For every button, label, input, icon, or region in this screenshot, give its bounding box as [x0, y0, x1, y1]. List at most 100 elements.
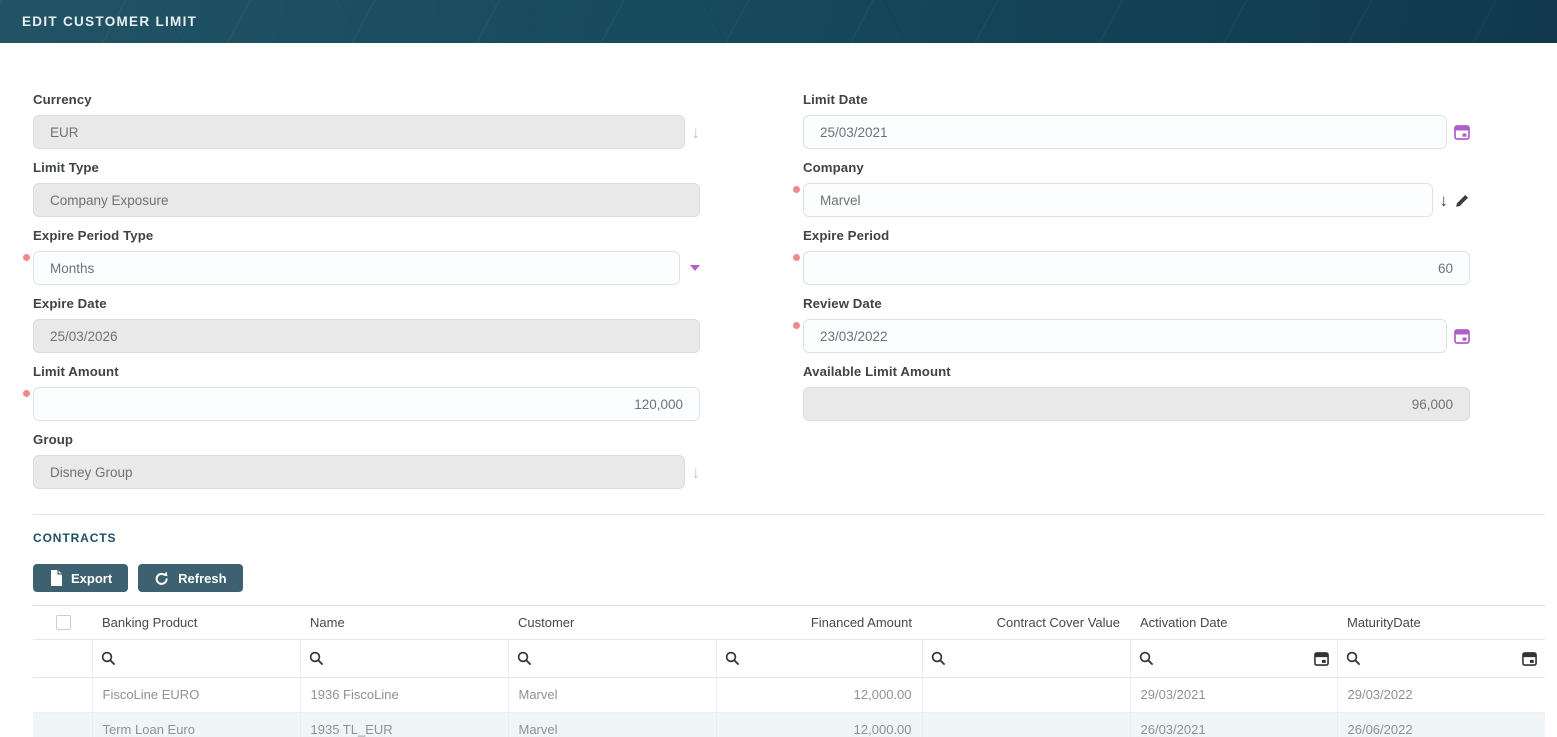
cell-banking-product: Term Loan Euro	[92, 712, 300, 737]
cell-activation-date: 29/03/2021	[1130, 677, 1337, 712]
currency-input	[33, 115, 685, 149]
cell-name: 1936 FiscoLine	[300, 677, 508, 712]
maturity-date-filter-calendar-icon[interactable]	[1522, 651, 1537, 666]
company-edit-pencil-icon[interactable]	[1455, 193, 1470, 208]
column-header-contract-cover-value[interactable]: Contract Cover Value	[922, 606, 1130, 639]
review-date-input[interactable]	[803, 319, 1447, 353]
limit-amount-input[interactable]	[33, 387, 700, 421]
company-dropdown-arrow-icon[interactable]: ↓	[1440, 192, 1449, 209]
filter-banking-product-input[interactable]	[121, 651, 292, 666]
expire-period-input[interactable]	[803, 251, 1470, 285]
cell-maturity-date: 26/06/2022	[1337, 712, 1545, 737]
search-icon	[931, 651, 945, 665]
filter-financed-amount-input[interactable]	[745, 651, 914, 666]
expire-period-type-field: Expire Period Type	[33, 228, 700, 285]
refresh-button[interactable]: Refresh	[138, 564, 242, 592]
search-icon	[101, 651, 115, 665]
available-limit-amount-field: Available Limit Amount	[803, 364, 1470, 421]
required-indicator	[793, 186, 800, 193]
filter-maturity-date-input[interactable]	[1366, 651, 1517, 666]
expire-period-type-caret-icon[interactable]	[690, 265, 700, 271]
currency-label: Currency	[33, 92, 700, 107]
expire-period-type-label: Expire Period Type	[33, 228, 700, 243]
app-header: EDIT CUSTOMER LIMIT	[0, 0, 1557, 43]
limit-amount-label: Limit Amount	[33, 364, 700, 379]
currency-field: Currency ↓	[33, 92, 700, 149]
expire-date-label: Expire Date	[33, 296, 700, 311]
cell-financed-amount: 12,000.00	[716, 677, 922, 712]
group-dropdown-arrow-icon: ↓	[692, 464, 701, 481]
column-header-name[interactable]: Name	[300, 606, 508, 639]
export-button-label: Export	[71, 571, 112, 586]
required-indicator	[23, 390, 30, 397]
refresh-icon	[154, 571, 169, 586]
company-label: Company	[803, 160, 1470, 175]
main-content: Currency ↓ Limit Date Limit Type	[0, 43, 1557, 737]
review-date-field: Review Date	[803, 296, 1470, 353]
table-row[interactable]: Term Loan Euro 1935 TL_EUR Marvel 12,000…	[33, 712, 1545, 737]
limit-date-label: Limit Date	[803, 92, 1470, 107]
row-select-cell	[33, 712, 92, 737]
limit-date-field: Limit Date	[803, 92, 1470, 149]
company-field: Company ↓	[803, 160, 1470, 217]
activation-date-filter-calendar-icon[interactable]	[1314, 651, 1329, 666]
limit-date-calendar-icon[interactable]	[1454, 124, 1470, 140]
cell-banking-product: FiscoLine EURO	[92, 677, 300, 712]
review-date-label: Review Date	[803, 296, 1470, 311]
table-header-row: Banking Product Name Customer Financed A…	[33, 606, 1545, 639]
review-date-calendar-icon[interactable]	[1454, 328, 1470, 344]
contracts-table: Banking Product Name Customer Financed A…	[33, 605, 1545, 737]
filter-activation-date-input[interactable]	[1159, 651, 1308, 666]
filter-customer-input[interactable]	[537, 651, 708, 666]
search-icon	[1346, 651, 1360, 665]
section-divider	[33, 514, 1545, 515]
required-indicator	[793, 322, 800, 329]
group-input	[33, 455, 685, 489]
limit-amount-field: Limit Amount	[33, 364, 700, 421]
export-icon	[49, 570, 62, 586]
search-icon	[517, 651, 531, 665]
column-header-activation-date[interactable]: Activation Date	[1130, 606, 1337, 639]
select-all-header-cell	[33, 606, 92, 639]
expire-period-label: Expire Period	[803, 228, 1470, 243]
group-label: Group	[33, 432, 700, 447]
search-icon	[725, 651, 739, 665]
cell-customer: Marvel	[508, 712, 716, 737]
filter-contract-cover-value-input[interactable]	[951, 651, 1122, 666]
column-header-customer[interactable]: Customer	[508, 606, 716, 639]
currency-dropdown-arrow-icon: ↓	[692, 124, 701, 141]
column-header-banking-product[interactable]: Banking Product	[92, 606, 300, 639]
expire-period-type-input[interactable]	[33, 251, 680, 285]
refresh-button-label: Refresh	[178, 571, 226, 586]
table-filter-row	[33, 639, 1545, 677]
export-button[interactable]: Export	[33, 564, 128, 592]
cell-activation-date: 26/03/2021	[1130, 712, 1337, 737]
cell-name: 1935 TL_EUR	[300, 712, 508, 737]
column-header-financed-amount[interactable]: Financed Amount	[716, 606, 922, 639]
cell-maturity-date: 29/03/2022	[1337, 677, 1545, 712]
company-input[interactable]	[803, 183, 1433, 217]
select-all-checkbox[interactable]	[56, 615, 71, 630]
filter-name-input[interactable]	[329, 651, 500, 666]
table-row[interactable]: FiscoLine EURO 1936 FiscoLine Marvel 12,…	[33, 677, 1545, 712]
required-indicator	[793, 254, 800, 261]
cell-financed-amount: 12,000.00	[716, 712, 922, 737]
customer-limit-form: Currency ↓ Limit Date Limit Type	[33, 92, 1545, 489]
search-icon	[1139, 651, 1153, 665]
expire-date-input	[33, 319, 700, 353]
expire-period-field: Expire Period	[803, 228, 1470, 285]
limit-type-label: Limit Type	[33, 160, 700, 175]
row-select-cell	[33, 677, 92, 712]
column-header-maturity-date[interactable]: MaturityDate	[1337, 606, 1545, 639]
limit-type-input	[33, 183, 700, 217]
contracts-section-title: CONTRACTS	[33, 531, 1545, 545]
required-indicator	[23, 254, 30, 261]
limit-date-input[interactable]	[803, 115, 1447, 149]
group-field: Group ↓	[33, 432, 700, 489]
cell-customer: Marvel	[508, 677, 716, 712]
search-icon	[309, 651, 323, 665]
limit-type-field: Limit Type	[33, 160, 700, 217]
cell-contract-cover-value	[922, 677, 1130, 712]
available-limit-amount-label: Available Limit Amount	[803, 364, 1470, 379]
cell-contract-cover-value	[922, 712, 1130, 737]
